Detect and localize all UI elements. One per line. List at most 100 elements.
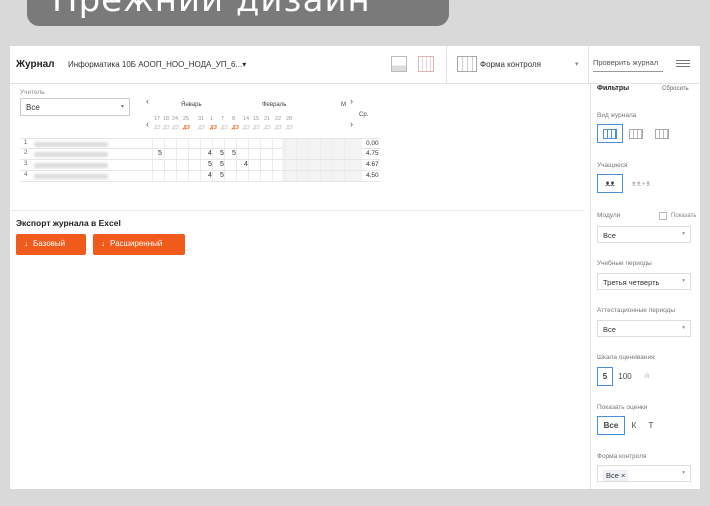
check-journal-button[interactable]: Проверить журнал: [593, 58, 663, 72]
day-header[interactable]: 31: [198, 116, 204, 122]
row-number: 2: [24, 150, 28, 156]
periods-select[interactable]: Третья четверть ▾: [597, 273, 691, 290]
lesson-type-label[interactable]: ДЗ: [264, 125, 271, 131]
grid-line: [344, 160, 345, 170]
grid-line: [296, 139, 297, 149]
day-header[interactable]: 28: [286, 116, 292, 122]
modules-select[interactable]: Все ▾: [597, 226, 691, 243]
grade-cell[interactable]: 5: [158, 150, 162, 157]
lesson-type-label[interactable]: ДЗ: [286, 125, 293, 131]
grade-cell[interactable]: 4: [208, 172, 212, 179]
banner-title: Прежний дизайн: [52, 0, 371, 20]
students-icon[interactable]: ᴥᴥ: [597, 174, 623, 193]
day-next-icon[interactable]: ›: [350, 119, 353, 129]
table-row: 2 5 4 5 5 4.75: [20, 149, 380, 160]
form-control-select[interactable]: Форма контроля: [480, 60, 541, 69]
attest-select[interactable]: Все ▾: [597, 320, 691, 337]
marks-t-option[interactable]: Т: [643, 416, 659, 435]
chevron-down-icon: ▾: [682, 470, 685, 476]
student-name-blurred[interactable]: [34, 142, 108, 147]
periods-value: Третья четверть: [603, 278, 660, 287]
lesson-type-label[interactable]: ДЗ: [210, 125, 217, 131]
pdf-export-icon[interactable]: [418, 56, 434, 72]
scale-5-option[interactable]: 5: [597, 367, 613, 386]
grid-line: [284, 160, 285, 170]
grade-cell[interactable]: 5: [232, 150, 236, 157]
scale-chart-icon[interactable]: ılı: [637, 367, 657, 386]
grid-line: [344, 149, 345, 159]
students-toggle: ᴥᴥ ᴥᴥ+ᴥ: [597, 174, 659, 193]
grade-cell[interactable]: 5: [220, 161, 224, 168]
lesson-type-label[interactable]: ДЗ: [183, 125, 190, 131]
course-selector[interactable]: Информатика 10Б АООП_НОО_НОДА_УП_6...▾: [68, 60, 246, 69]
day-header[interactable]: 22: [275, 116, 281, 122]
chevron-down-icon: ▾: [682, 231, 685, 237]
card-view-icon[interactable]: [391, 56, 407, 72]
day-header[interactable]: 24: [172, 116, 178, 122]
month-prev-icon[interactable]: ‹: [146, 96, 149, 106]
day-header[interactable]: 8: [232, 116, 235, 122]
grid-line: [260, 160, 261, 170]
grid-view-icon[interactable]: [597, 124, 623, 143]
grid-line: [296, 160, 297, 170]
marks-k-option[interactable]: К: [625, 416, 643, 435]
show-modules-checkbox[interactable]: [659, 212, 667, 220]
marks-all-option[interactable]: Все: [597, 416, 625, 435]
page-title: Журнал: [16, 59, 55, 70]
table-view-icon[interactable]: [457, 56, 477, 72]
grade-cell[interactable]: 5: [220, 150, 224, 157]
row-number: 3: [24, 161, 28, 167]
export-basic-button[interactable]: ↓ Базовый: [16, 234, 86, 255]
grade-cell[interactable]: 5: [220, 172, 224, 179]
scale-100-option[interactable]: 100: [613, 367, 637, 386]
export-extended-button[interactable]: ↓ Расширенный: [93, 234, 185, 255]
day-header[interactable]: 7: [221, 116, 224, 122]
lesson-type-label[interactable]: ДЗ: [198, 125, 205, 131]
grade-cell[interactable]: 4: [208, 150, 212, 157]
chevron-down-icon: ▾: [682, 278, 685, 284]
day-header[interactable]: 1: [210, 116, 213, 122]
day-prev-icon[interactable]: ‹: [146, 119, 149, 129]
grade-cell[interactable]: 5: [208, 161, 212, 168]
students-plus-icon[interactable]: ᴥᴥ+ᴥ: [623, 174, 659, 193]
lesson-type-label[interactable]: ДЗ: [172, 125, 179, 131]
day-header[interactable]: 15: [253, 116, 259, 122]
grid-line: [332, 160, 333, 170]
scale-toggle: 5 100 ılı: [597, 367, 657, 386]
day-header[interactable]: 25: [183, 116, 189, 122]
grid-line: [344, 171, 345, 181]
list-view-icon[interactable]: [649, 124, 675, 143]
grid-line: [260, 149, 261, 159]
grade-cell[interactable]: 4: [244, 161, 248, 168]
student-name-blurred[interactable]: [34, 152, 108, 157]
row-number: 1: [24, 140, 28, 146]
grid-line: [200, 149, 201, 159]
day-header[interactable]: 21: [264, 116, 270, 122]
filters-reset-link[interactable]: Сбросить: [662, 86, 689, 92]
lesson-type-label[interactable]: ДЗ: [232, 125, 239, 131]
remove-tag-icon[interactable]: ×: [621, 471, 625, 480]
day-header[interactable]: 18: [163, 116, 169, 122]
chevron-down-icon: ▾: [120, 104, 124, 110]
lesson-type-label[interactable]: ДЗ: [275, 125, 282, 131]
lesson-type-label[interactable]: ДЗ: [221, 125, 228, 131]
grid-line: [236, 160, 237, 170]
lesson-type-label[interactable]: ДЗ: [253, 125, 260, 131]
periods-label: Учебные периоды: [597, 260, 652, 267]
grid-line: [188, 160, 189, 170]
lesson-type-label[interactable]: ДЗ: [163, 125, 170, 131]
chevron-down-icon[interactable]: ▾: [575, 60, 579, 68]
filter-sliders-icon[interactable]: [676, 58, 690, 70]
grid-line: [272, 171, 273, 181]
student-name-blurred[interactable]: [34, 163, 108, 168]
teacher-select[interactable]: Все ▾: [20, 98, 130, 116]
lesson-type-label[interactable]: ДЗ: [243, 125, 250, 131]
day-header[interactable]: 17: [154, 116, 160, 122]
columns-view-icon[interactable]: [623, 124, 649, 143]
day-header[interactable]: 14: [243, 116, 249, 122]
student-name-blurred[interactable]: [34, 174, 108, 179]
month-next-icon[interactable]: ›: [350, 96, 353, 106]
form-control-filter[interactable]: Все × ▾: [597, 465, 691, 482]
lesson-type-label[interactable]: ДЗ: [154, 125, 161, 131]
row-average: 0.00: [366, 140, 379, 147]
